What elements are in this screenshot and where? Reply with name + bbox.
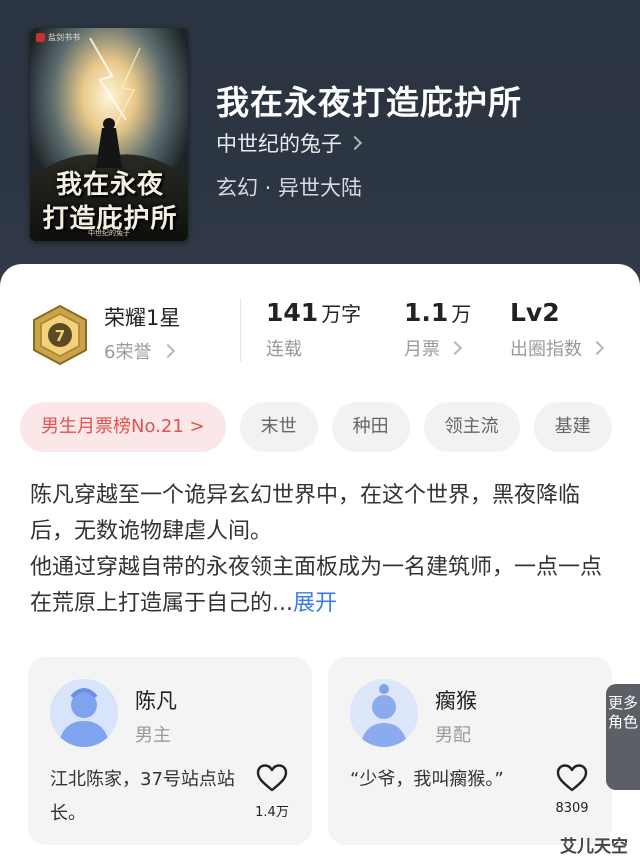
character-role: 男主: [135, 725, 171, 746]
medal-icon[interactable]: 7: [30, 304, 90, 366]
tag-item[interactable]: 领主流: [423, 402, 520, 452]
book-genre: 玄幻 · 异世大陆: [216, 176, 363, 200]
stat-popularity-index[interactable]: Lv2 出圈指数: [510, 298, 605, 361]
rank-tag[interactable]: 男生月票榜No.21 >: [20, 402, 226, 452]
book-title: 我在永夜打造庇护所: [216, 83, 522, 122]
watermark: 艾儿天空: [560, 837, 628, 857]
character-quote: “少爷，我叫瘸猴。”: [350, 769, 504, 790]
stat-unit: 万: [451, 302, 472, 326]
rank-tag-label: 男生月票榜No.21 >: [41, 416, 205, 437]
like-button[interactable]: 1.4万: [250, 763, 294, 820]
heart-icon: [256, 764, 288, 792]
character-quote: 江北陈家，37号站点站长。: [50, 769, 235, 824]
book-detail-card: 7 荣耀1星 6荣誉 141 万字 连载 1.1 万 月票 Lv2 出圈指数 男生月…: [0, 264, 640, 865]
honor-level[interactable]: 荣耀1星: [104, 302, 180, 332]
character-card[interactable]: 瘸猴 男配 “少爷，我叫瘸猴。” 8309: [328, 657, 612, 845]
character-role: 男配: [435, 725, 471, 746]
stat-value: 1.1: [404, 298, 449, 327]
tag-item[interactable]: 基建: [533, 402, 612, 452]
like-count: 1.4万: [255, 805, 289, 820]
author-name: 中世纪的兔子: [216, 132, 342, 156]
chevron-right-icon: [347, 135, 363, 151]
description-paragraph-1: 陈凡穿越至一个诡异玄幻世界中，在这个世界，黑夜降临后，无数诡物肆虐人间。: [30, 483, 581, 544]
character-name: 陈凡: [135, 689, 177, 713]
avatar-icon: [50, 679, 118, 747]
cover-author: 中世纪的兔子: [88, 229, 130, 237]
stat-label: 月票: [404, 339, 440, 360]
book-description: 陈凡穿越至一个诡异玄幻世界中，在这个世界，黑夜降临后，无数诡物肆虐人间。 他通过…: [30, 478, 610, 622]
tag-item[interactable]: 种田: [331, 402, 410, 452]
chevron-right-icon: [447, 340, 463, 356]
description-paragraph-2: 他通过穿越自带的永夜领主面板成为一名建筑师，一点一点在荒原上打造属于自己的...…: [30, 550, 610, 622]
like-button[interactable]: 8309: [550, 763, 594, 816]
cover-title: 我在永夜 打造庇护所: [40, 168, 180, 236]
cover-publisher-name: 盐剑书书: [48, 33, 80, 42]
chevron-right-icon: [161, 343, 176, 359]
stat-unit: 万字: [321, 302, 362, 326]
stat-label: 连载: [266, 339, 302, 360]
avatar-icon: [350, 679, 418, 747]
heart-icon: [556, 764, 588, 792]
stat-word-count: 141 万字 连载: [266, 298, 361, 361]
stats-row: 7 荣耀1星 6荣誉 141 万字 连载 1.1 万 月票 Lv2 出圈指数: [0, 298, 640, 378]
author-link[interactable]: 中世纪的兔子: [216, 128, 363, 158]
stat-value: Lv2: [510, 298, 560, 327]
tag-item[interactable]: 末世: [239, 402, 318, 452]
stat-monthly-tickets[interactable]: 1.1 万 月票: [404, 298, 471, 361]
chevron-right-icon: [589, 340, 605, 356]
honor-count: 6荣誉: [104, 342, 152, 363]
stat-label: 出圈指数: [510, 339, 582, 360]
stat-value: 141: [266, 298, 319, 327]
tag-row: 男生月票榜No.21 > 末世 种田 领主流 基建: [20, 402, 612, 452]
cover-publisher: 盐剑书书: [36, 32, 80, 43]
medal-number: 7: [55, 327, 65, 345]
more-roles-button[interactable]: 更多角色: [606, 684, 640, 790]
character-name: 瘸猴: [435, 689, 477, 713]
character-card[interactable]: 陈凡 男主 江北陈家，37号站点站长。 1.4万: [28, 657, 312, 845]
publisher-logo-icon: [36, 33, 45, 42]
book-cover[interactable]: 盐剑书书 我在永夜 打造庇护所 中世纪的兔子: [30, 28, 188, 241]
stats-divider: [240, 298, 241, 362]
expand-link[interactable]: 展开: [293, 591, 337, 616]
honor-count-link[interactable]: 6荣誉: [104, 338, 176, 364]
avatar: [350, 679, 418, 747]
like-count: 8309: [555, 801, 589, 816]
book-header: 盐剑书书 我在永夜 打造庇护所 中世纪的兔子 我在永夜打造庇护所 中世纪的兔子 …: [0, 0, 640, 300]
cover-title-line1: 我在永夜: [55, 170, 164, 200]
avatar: [50, 679, 118, 747]
